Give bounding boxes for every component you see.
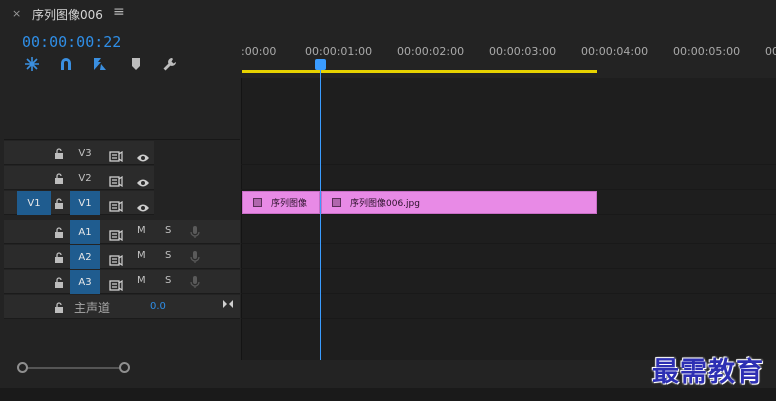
playhead-timecode[interactable]: 00:00:00:22 xyxy=(22,33,121,51)
ruler-label: 00:00 xyxy=(765,45,776,58)
sync-lock-icon[interactable] xyxy=(109,172,123,191)
add-marker-icon[interactable] xyxy=(124,54,148,74)
work-area-bar[interactable] xyxy=(242,70,597,73)
lock-icon[interactable] xyxy=(54,274,66,288)
ruler-label: 00:00:04:00 xyxy=(581,45,649,58)
clip-name: 序列图像 xyxy=(271,199,308,209)
go-to-end-icon[interactable] xyxy=(222,299,234,312)
ruler-label: :00:00 xyxy=(241,45,277,58)
sync-lock-icon[interactable] xyxy=(109,226,123,245)
microphone-icon[interactable] xyxy=(190,224,200,243)
lock-icon[interactable] xyxy=(54,145,66,159)
track-name-a3[interactable]: A3 xyxy=(70,270,100,294)
lane-a1[interactable] xyxy=(241,220,776,244)
track-header-spacer xyxy=(4,78,240,140)
mute-button[interactable]: M xyxy=(137,225,146,236)
track-name-v1[interactable]: V1 xyxy=(70,191,100,215)
zoom-handle-left[interactable] xyxy=(17,362,28,373)
clip-nested-sequence[interactable]: 序列图像 xyxy=(242,191,320,214)
track-header-fill xyxy=(154,191,240,215)
wrench-icon[interactable] xyxy=(158,54,182,74)
linked-selection-icon[interactable] xyxy=(88,54,112,74)
track-header-fill xyxy=(154,166,240,190)
solo-button[interactable]: S xyxy=(165,275,171,286)
snap-magnet-icon[interactable] xyxy=(54,54,78,74)
track-header-a1: A1 M S xyxy=(4,220,240,244)
master-track-label: 主声道 xyxy=(74,301,111,315)
ruler-label: 00:00:05:00 xyxy=(673,45,741,58)
panel-menu-icon[interactable]: ≡ xyxy=(113,4,125,20)
lock-icon[interactable] xyxy=(54,224,66,238)
track-header-v3: V3 xyxy=(4,141,240,165)
mute-button[interactable]: M xyxy=(137,250,146,261)
timeline-panel: × 序列图像006 ≡ 00:00:00:22 :00:00 00:00:01:… xyxy=(0,0,776,401)
sync-lock-icon[interactable] xyxy=(109,197,123,216)
track-name-a2[interactable]: A2 xyxy=(70,245,100,269)
eye-icon[interactable] xyxy=(136,148,150,167)
track-header-a3: A3 M S xyxy=(4,270,240,294)
lane-a2[interactable] xyxy=(241,245,776,269)
track-name-a1[interactable]: A1 xyxy=(70,220,100,244)
fx-badge-icon xyxy=(253,198,262,207)
lock-icon[interactable] xyxy=(54,249,66,263)
eye-icon[interactable] xyxy=(136,173,150,192)
track-name-v3[interactable]: V3 xyxy=(70,141,100,165)
close-tab-button[interactable]: × xyxy=(12,7,21,20)
zoom-handle-right[interactable] xyxy=(119,362,130,373)
zoom-scroll-track[interactable] xyxy=(22,367,126,369)
solo-button[interactable]: S xyxy=(165,250,171,261)
clip-name: 序列图像006.jpg xyxy=(350,199,420,209)
ruler-label: 00:00:03:00 xyxy=(489,45,557,58)
sequence-tab-title[interactable]: 序列图像006 xyxy=(32,6,103,23)
eye-icon[interactable] xyxy=(136,198,150,217)
sync-lock-icon[interactable] xyxy=(109,147,123,166)
playhead-line[interactable] xyxy=(320,64,321,360)
lane-a3[interactable] xyxy=(241,270,776,294)
microphone-icon[interactable] xyxy=(190,249,200,268)
master-volume-value[interactable]: 0.0 xyxy=(150,301,166,312)
panel-bottom-edge xyxy=(0,388,776,401)
ruler-label: 00:00:02:00 xyxy=(397,45,465,58)
track-header-master: 主声道 0.0 xyxy=(4,295,240,319)
playhead-handle[interactable] xyxy=(315,59,326,70)
track-header-a2: A2 M S xyxy=(4,245,240,269)
lock-icon[interactable] xyxy=(54,195,66,209)
solo-button[interactable]: S xyxy=(165,225,171,236)
lane-v3[interactable] xyxy=(241,141,776,165)
ruler-label: 00:00:01:00 xyxy=(305,45,373,58)
sync-lock-icon[interactable] xyxy=(109,251,123,270)
microphone-icon[interactable] xyxy=(190,274,200,293)
track-name-v2[interactable]: V2 xyxy=(70,166,100,190)
track-header-v2: V2 xyxy=(4,166,240,190)
fx-badge-icon xyxy=(332,198,341,207)
insert-overwrite-icon[interactable] xyxy=(20,54,44,74)
lock-icon[interactable] xyxy=(54,299,66,313)
lock-icon[interactable] xyxy=(54,170,66,184)
lane-master[interactable] xyxy=(241,295,776,319)
timeline-toolbar xyxy=(18,54,238,74)
watermark-logo: 最需教育 xyxy=(652,357,764,388)
mute-button[interactable]: M xyxy=(137,275,146,286)
track-header-v1: V1 V1 xyxy=(4,191,240,215)
lane-v2[interactable] xyxy=(241,166,776,190)
sync-lock-icon[interactable] xyxy=(109,276,123,295)
clip-image-006[interactable]: 序列图像006.jpg xyxy=(321,191,597,214)
track-header-fill xyxy=(154,141,240,165)
source-patch-v1[interactable]: V1 xyxy=(17,191,51,215)
tab-bar: × 序列图像006 ≡ xyxy=(0,0,776,28)
